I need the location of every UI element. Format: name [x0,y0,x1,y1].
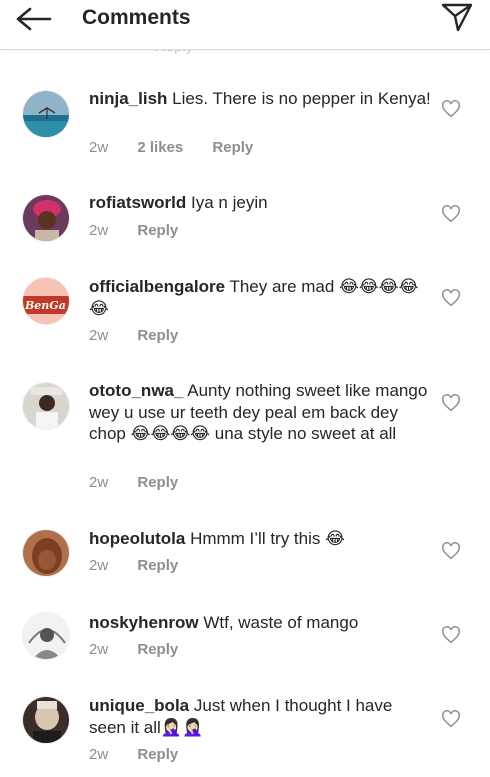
reply-button[interactable]: Reply [137,222,178,239]
reply-button[interactable]: Reply [137,641,178,658]
comment-username[interactable]: noskyhenrow [89,613,199,632]
comment-text: officialbengalore They are mad 😂😂😂😂😂 [89,276,431,319]
comment-time: 2w [89,641,109,658]
comment-time: 2w [89,139,109,156]
heart-icon[interactable] [441,205,461,223]
likes-count[interactable]: 2 likes [137,139,183,156]
avatar[interactable] [22,529,70,577]
comment-body: Hmmm I’ll try this 😂 [190,529,345,548]
reply-button[interactable]: Reply [137,474,178,491]
avatar[interactable] [22,194,70,242]
heart-icon[interactable] [441,542,461,560]
avatar[interactable] [22,382,70,430]
comment-text: hopeolutola Hmmm I’ll try this 😂 [89,528,431,550]
comment-meta: 2w Reply [89,557,203,574]
avatar[interactable] [22,612,70,660]
comment-meta: 2w Reply [89,474,203,491]
avatar[interactable]: BenGa [22,277,70,325]
comment-meta: 2w Reply [89,641,203,658]
reply-button[interactable]: Reply [137,746,178,763]
comment-username[interactable]: unique_bola [89,696,189,715]
comment-username[interactable]: ninja_lish [89,89,167,108]
comment-text: unique_bola Just when I thought I have s… [89,695,431,738]
comment-username[interactable]: ototo_nwa_ [89,381,183,400]
comment-username[interactable]: rofiatsworld [89,193,186,212]
reply-button[interactable]: Reply [137,557,178,574]
comment-text: ototo_nwa_ Aunty nothing sweet like mang… [89,380,431,445]
paper-plane-icon[interactable] [440,2,474,32]
arrow-left-icon[interactable] [14,6,54,32]
comment-body: Iya n jeyin [191,193,268,212]
comment-meta: 2w Reply [89,327,203,344]
reply-button[interactable]: Reply [137,327,178,344]
comment-time: 2w [89,474,109,491]
comment-text: rofiatsworld Iya n jeyin [89,192,431,214]
reply-button[interactable]: Reply [212,139,253,156]
comment-time: 2w [89,327,109,344]
heart-icon[interactable] [441,710,461,728]
comment-body: Wtf, waste of mango [203,613,359,632]
page-title: Comments [82,6,191,29]
heart-icon[interactable] [441,394,461,412]
comment-username[interactable]: officialbengalore [89,277,225,296]
comment-time: 2w [89,557,109,574]
comment-meta: 2w 2 likes Reply [89,139,278,156]
heart-icon[interactable] [441,100,461,118]
comment-text: ninja_lish Lies. There is no pepper in K… [89,88,431,110]
avatar[interactable] [22,696,70,744]
comment-text: noskyhenrow Wtf, waste of mango [89,612,431,634]
avatar-logo-text: BenGa [24,299,66,312]
comment-meta: 2w Reply [89,746,203,763]
comment-username[interactable]: hopeolutola [89,529,185,548]
comment-meta: 2w Reply [89,222,203,239]
comment-time: 2w [89,222,109,239]
avatar[interactable] [22,90,70,138]
top-bar: Comments [0,0,490,50]
comment-body: Lies. There is no pepper in Kenya! [172,89,431,108]
heart-icon[interactable] [441,289,461,307]
heart-icon[interactable] [441,626,461,644]
comment-time: 2w [89,746,109,763]
